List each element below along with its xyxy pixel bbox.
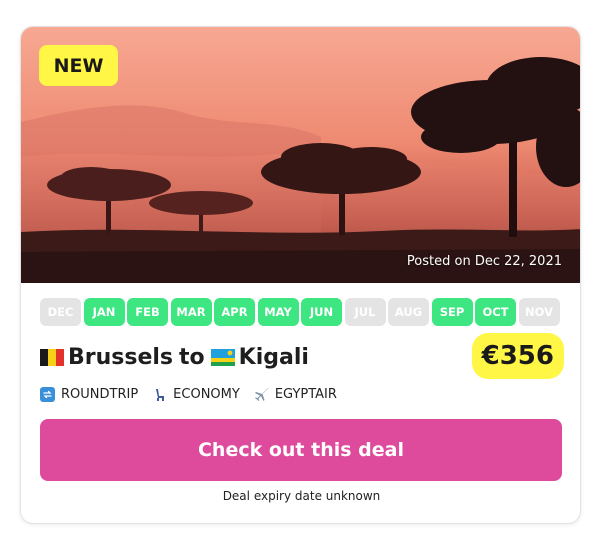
trip-type-label: ROUNDTRIP [61, 386, 139, 402]
cabin-class: ECONOMY [152, 387, 240, 402]
airplane-icon [254, 387, 269, 402]
check-out-deal-button[interactable]: Check out this deal [40, 419, 562, 481]
month-chip: APR [214, 298, 255, 326]
route-connector: to [179, 344, 205, 370]
posted-date: Posted on Dec 22, 2021 [406, 254, 562, 269]
month-chip: SEP [431, 298, 473, 326]
month-chip: AUG [388, 298, 429, 326]
month-chip: NOV [518, 298, 560, 326]
month-chip: JUN [301, 298, 342, 326]
cabin-class-label: ECONOMY [173, 386, 240, 402]
destination-city: Kigali [238, 344, 309, 370]
month-chip: OCT [475, 298, 516, 326]
airline: EGYPTAIR [254, 387, 337, 402]
new-badge: NEW [39, 45, 118, 86]
airline-label: EGYPTAIR [274, 386, 337, 402]
expiry-note: Deal expiry date unknown [222, 489, 381, 503]
month-chip: DEC [40, 298, 81, 326]
deal-price: €356 [471, 333, 564, 379]
destination-photo[interactable]: NEW Posted on Dec 22, 2021 [21, 27, 580, 283]
month-chip: MAR [170, 298, 212, 326]
trip-type: ROUNDTRIP [40, 386, 139, 402]
rwanda-flag-icon [210, 348, 235, 366]
repeat-arrows-icon [40, 386, 55, 402]
month-chip: JUL [344, 298, 386, 326]
month-chip: MAY [257, 298, 299, 326]
deal-card[interactable]: NEW Posted on Dec 22, 2021 DEC JAN FEB M… [20, 26, 581, 524]
month-chip: JAN [83, 298, 125, 326]
seat-icon [152, 387, 167, 402]
origin-city: Brussels [68, 344, 174, 370]
belgium-flag-icon [40, 348, 64, 366]
route-title: Brussels to Kigali [40, 340, 309, 374]
month-chip: FEB [127, 298, 168, 326]
deal-details: ROUNDTRIP ECONOMY EGYPTAIR [40, 385, 351, 403]
